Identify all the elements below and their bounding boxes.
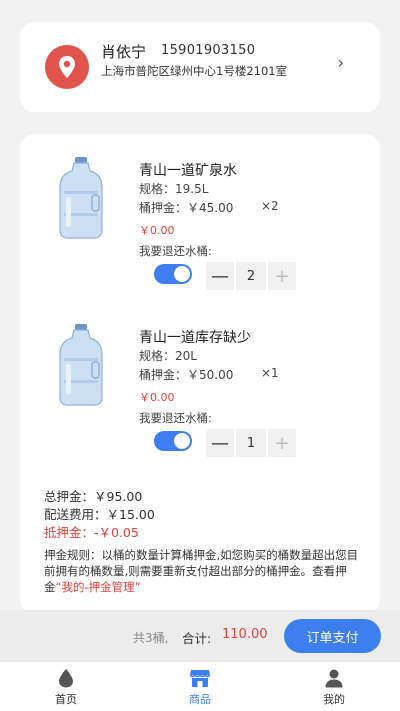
tab-home[interactable]: 首页 <box>36 668 96 707</box>
increment-button[interactable]: + <box>268 429 296 457</box>
item-red-amount: ￥0.00 <box>139 391 175 404</box>
return-bucket-label: 我要退还水桶: <box>139 244 212 258</box>
stepper-value[interactable]: 1 <box>236 429 266 457</box>
decrement-button[interactable]: — <box>206 429 234 457</box>
deposit-rule: 押金规则：以桶的数量计算桶押金,如您购买的桶数量超出您目前拥有的桶数量,则需要重… <box>44 547 362 595</box>
return-bucket-label: 我要退还水桶: <box>139 411 212 425</box>
recipient-phone: 15901903150 <box>161 43 256 58</box>
location-icon <box>45 45 89 89</box>
tab-products[interactable]: 商品 <box>170 668 230 707</box>
tab-mine[interactable]: 我的 <box>304 668 364 707</box>
decrement-button[interactable]: — <box>206 262 234 290</box>
return-bucket-toggle[interactable] <box>154 264 192 284</box>
return-bucket-toggle[interactable] <box>154 431 192 451</box>
stepper-value[interactable]: 2 <box>236 262 266 290</box>
tab-label: 首页 <box>55 693 77 706</box>
delivery-fee: 配送费用：￥15.00 <box>44 507 155 522</box>
chevron-right-icon[interactable]: › <box>338 53 344 72</box>
user-icon <box>325 669 343 688</box>
address-detail: 上海市普陀区绿州中心1号楼2101室 <box>101 64 288 78</box>
shop-icon <box>189 670 211 687</box>
order-card: 青山一道矿泉水 规格：19.5L 桶押金：￥45.00 ×2 ￥0.00 我要退… <box>20 134 380 614</box>
offset-deposit: 抵押金：-￥0.05 <box>44 525 139 540</box>
bucket-count: 共3桶, <box>133 631 169 645</box>
water-bottle-image <box>59 324 103 406</box>
item-title: 青山一道矿泉水 <box>139 163 237 179</box>
toggle-knob <box>174 433 190 449</box>
quantity-stepper: — 1 + <box>206 429 296 457</box>
total-amount: 110.00 <box>222 627 268 642</box>
total-label: 合计: <box>182 631 212 646</box>
pay-order-button[interactable]: 订单支付 <box>284 619 381 653</box>
item-spec: 规格：19.5L <box>139 182 209 196</box>
item-quantity: ×1 <box>261 366 279 380</box>
increment-button[interactable]: + <box>268 262 296 290</box>
address-card[interactable]: 肖依宁 15901903150 上海市普陀区绿州中心1号楼2101室 › <box>20 22 380 112</box>
item-quantity: ×2 <box>261 199 279 213</box>
bottom-tab-bar: 首页 商品 我的 <box>0 662 400 711</box>
tab-label: 我的 <box>323 693 345 706</box>
quantity-stepper: — 2 + <box>206 262 296 290</box>
item-red-amount: ￥0.00 <box>139 224 175 237</box>
total-deposit: 总押金：￥95.00 <box>44 489 143 504</box>
item-title: 青山一道库存缺少 <box>139 330 251 346</box>
order-item: 青山一道库存缺少 规格：20L 桶押金：￥50.00 ×1 ￥0.00 我要退还… <box>20 321 380 491</box>
item-spec: 规格：20L <box>139 349 197 363</box>
water-bottle-image <box>59 157 103 239</box>
item-deposit: 桶押金：￥45.00 <box>139 201 234 215</box>
checkout-bar: 共3桶, 合计: 110.00 订单支付 <box>0 610 400 662</box>
toggle-knob <box>174 266 190 282</box>
drop-icon <box>59 669 73 688</box>
deposit-management-link[interactable]: “我的-押金管理” <box>56 580 141 594</box>
order-item: 青山一道矿泉水 规格：19.5L 桶押金：￥45.00 ×2 ￥0.00 我要退… <box>20 154 380 324</box>
recipient-name: 肖依宁 <box>101 43 147 61</box>
item-deposit: 桶押金：￥50.00 <box>139 368 234 382</box>
tab-label: 商品 <box>189 693 211 706</box>
